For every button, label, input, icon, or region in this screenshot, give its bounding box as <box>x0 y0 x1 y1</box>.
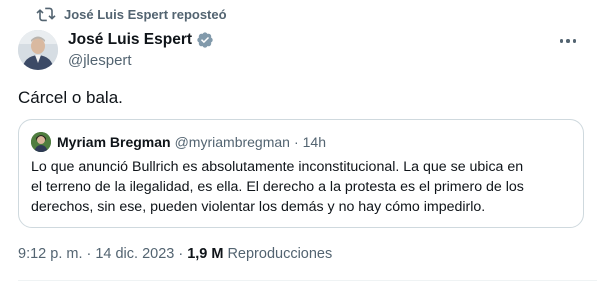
author-handle[interactable]: @jlespert <box>68 52 214 69</box>
quoted-avatar[interactable] <box>31 132 51 152</box>
tweet-date[interactable]: 14 dic. 2023 <box>95 246 174 262</box>
verified-badge-icon[interactable] <box>196 31 214 49</box>
views-label: Reproducciones <box>227 246 333 262</box>
meta-separator: · <box>86 246 92 262</box>
quoted-tweet-text: Lo que anunció Bullrich es absolutamente… <box>31 157 576 217</box>
avatar[interactable] <box>18 30 58 70</box>
quoted-time[interactable]: 14h <box>303 134 326 150</box>
repost-label[interactable]: José Luis Espert reposteó <box>64 7 227 22</box>
more-options-icon[interactable] <box>557 32 579 50</box>
author-display-name[interactable]: José Luis Espert <box>68 31 192 49</box>
quoted-handle[interactable]: @myriambregman <box>175 134 290 150</box>
tweet-text: Cárcel o bala. <box>18 88 123 107</box>
meta-separator: · <box>178 246 184 262</box>
tweet-meta: 9:12 p. m. · 14 dic. 2023 · 1,9 M Reprod… <box>18 246 332 262</box>
quoted-tweet-card[interactable]: Myriam Bregman @myriambregman · 14h Lo q… <box>18 119 584 228</box>
tweet-time[interactable]: 9:12 p. m. <box>18 246 82 262</box>
views-count: 1,9 M <box>187 246 224 262</box>
repost-icon <box>36 6 56 22</box>
quoted-separator: · <box>293 134 299 150</box>
quoted-tweet-header: Myriam Bregman @myriambregman · 14h <box>31 132 326 152</box>
divider <box>18 280 597 281</box>
quoted-text-line: Lo que anunció Bullrich es absolutamente… <box>31 159 524 175</box>
repost-header: José Luis Espert reposteó <box>36 6 227 22</box>
quoted-text-line: derechos, sin ese, pueden violentar los … <box>31 199 486 215</box>
tweet-author: José Luis Espert @jlespert <box>18 30 579 74</box>
quoted-display-name[interactable]: Myriam Bregman <box>57 134 171 150</box>
quoted-text-line: el terreno de la ilegalidad, es ella. El… <box>31 179 524 195</box>
